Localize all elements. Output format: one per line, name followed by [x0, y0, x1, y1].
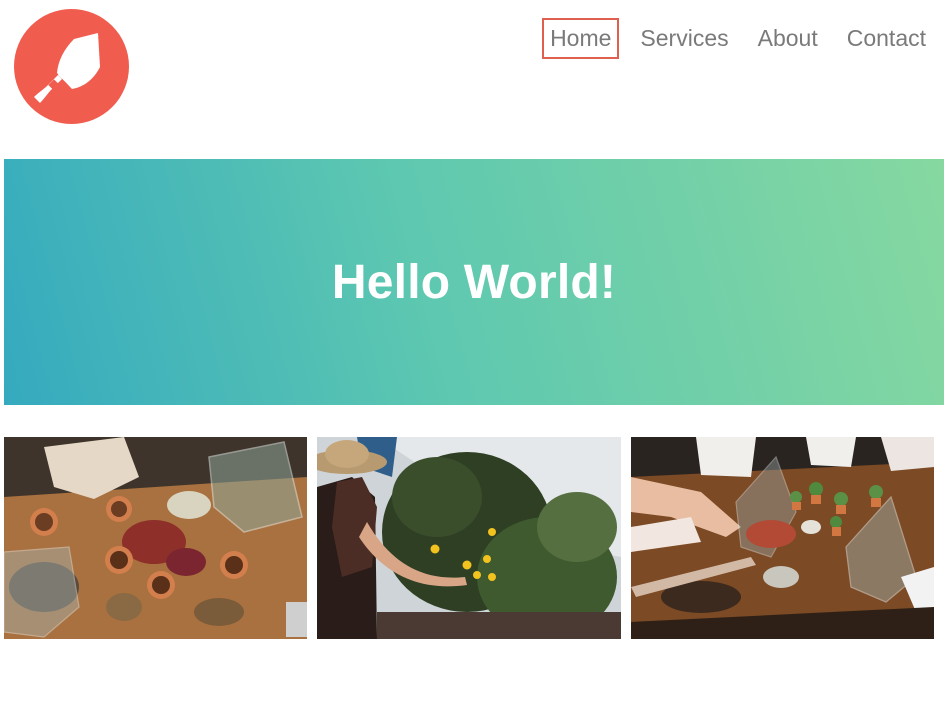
hero-banner: Hello World! [4, 159, 944, 405]
main-nav: Home Services About Contact [542, 18, 934, 59]
trowel-icon [14, 9, 129, 124]
nav-item-contact[interactable]: Contact [839, 18, 934, 59]
nav-item-home[interactable]: Home [542, 18, 620, 59]
nav-item-services[interactable]: Services [632, 18, 736, 59]
page: Home Services About Contact Hello World! [0, 0, 947, 715]
logo[interactable] [14, 9, 129, 124]
photo-gallery [4, 437, 934, 639]
nav-item-about[interactable]: About [750, 18, 826, 59]
photo-terrarium-workshop [631, 437, 934, 639]
photo-soil-pots-table [4, 437, 307, 639]
photo-woman-picking-citrus [317, 437, 621, 639]
hero-title: Hello World! [331, 255, 617, 309]
